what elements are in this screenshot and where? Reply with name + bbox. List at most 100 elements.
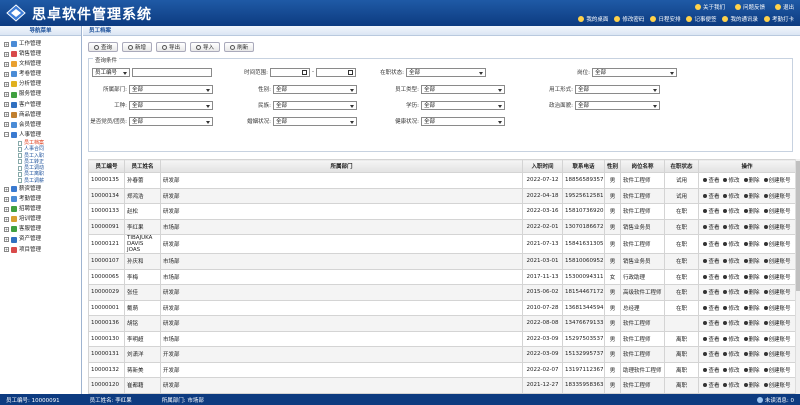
edit-button[interactable]: 修改 bbox=[723, 304, 740, 312]
gender-select[interactable]: 全部 bbox=[273, 84, 357, 94]
delete-button[interactable]: 删除 bbox=[743, 176, 760, 184]
col-header-entry-date[interactable]: 入职时间 bbox=[522, 159, 563, 173]
delete-button[interactable]: 删除 bbox=[743, 319, 760, 327]
create-account-button[interactable]: 创建账号 bbox=[763, 319, 791, 327]
nav-item-work[interactable]: + 工作管理 bbox=[4, 39, 81, 49]
key-field-input[interactable] bbox=[132, 67, 212, 77]
expand-icon[interactable]: + bbox=[4, 41, 9, 47]
nation-select[interactable]: 全部 bbox=[273, 100, 357, 110]
table-row[interactable]: 10000132 蒋新美 开发部 2022-02-07 13197112367 男助理软件… bbox=[88, 361, 795, 378]
view-button[interactable]: 查看 bbox=[703, 288, 719, 296]
dept-select[interactable]: 全部 bbox=[129, 84, 213, 94]
table-row[interactable]: 10000130 李明超 市场部 2022-03-09 15297503537 男软件工程… bbox=[88, 330, 795, 347]
create-account-button[interactable]: 创建账号 bbox=[763, 192, 791, 200]
col-header-emp-no[interactable]: 员工编号 bbox=[88, 159, 125, 173]
position-select[interactable]: 全部 bbox=[592, 67, 677, 77]
expand-icon[interactable]: + bbox=[4, 81, 9, 87]
create-account-button[interactable]: 创建账号 bbox=[763, 257, 791, 265]
delete-button[interactable]: 删除 bbox=[743, 273, 760, 281]
create-account-button[interactable]: 创建账号 bbox=[763, 350, 791, 358]
edit-button[interactable]: 修改 bbox=[723, 366, 740, 374]
view-button[interactable]: 查看 bbox=[703, 176, 719, 184]
table-scrollbar[interactable] bbox=[795, 159, 800, 394]
nav-item-exam[interactable]: + 考卷管理 bbox=[4, 69, 81, 79]
table-row[interactable]: 10000135 孙春蕾 研发部 2022-07-12 18856589357 男软件工程… bbox=[88, 172, 795, 189]
view-button[interactable]: 查看 bbox=[703, 273, 719, 281]
edit-button[interactable]: 修改 bbox=[723, 273, 740, 281]
party-select[interactable]: 全部 bbox=[129, 116, 213, 126]
create-account-button[interactable]: 创建账号 bbox=[763, 288, 791, 296]
nav-item-analysis[interactable]: + 分析管理 bbox=[4, 79, 81, 89]
col-header-dept[interactable]: 所属部门 bbox=[160, 159, 523, 173]
work-form-select[interactable]: 全部 bbox=[575, 84, 660, 94]
delete-button[interactable]: 删除 bbox=[743, 288, 760, 296]
nav-item-assets[interactable]: + 资产管理 bbox=[4, 234, 81, 244]
my-desktop-link[interactable]: 我的桌面 bbox=[578, 15, 608, 23]
search-button[interactable]: 查询 bbox=[88, 42, 119, 52]
create-account-button[interactable]: 创建账号 bbox=[763, 366, 791, 374]
delete-button[interactable]: 删除 bbox=[743, 366, 760, 374]
col-header-emp-name[interactable]: 员工姓名 bbox=[124, 159, 161, 173]
edit-button[interactable]: 修改 bbox=[723, 350, 740, 358]
date-start-input[interactable] bbox=[270, 67, 310, 77]
nav-item-docs[interactable]: + 文档管理 bbox=[4, 59, 81, 69]
table-row[interactable]: 10000136 胡铭 研发部 2022-08-08 13476679133 男软件工程师… bbox=[88, 315, 795, 332]
nav-item-recruit[interactable]: + 招聘管理 bbox=[4, 204, 81, 214]
view-button[interactable]: 查看 bbox=[703, 192, 719, 200]
create-account-button[interactable]: 创建账号 bbox=[763, 176, 791, 184]
schedule-link[interactable]: 日程安排 bbox=[650, 15, 680, 23]
table-row[interactable]: 10000001 戴萌 研发部 2010-07-28 13681344594 男总经理 在职… bbox=[88, 299, 795, 316]
col-header-position[interactable]: 岗位名称 bbox=[620, 159, 665, 173]
expand-icon[interactable]: + bbox=[4, 206, 9, 212]
change-password-link[interactable]: 修改密码 bbox=[614, 15, 644, 23]
expand-icon[interactable]: + bbox=[4, 216, 9, 222]
edit-button[interactable]: 修改 bbox=[723, 176, 740, 184]
collapse-icon[interactable]: − bbox=[4, 132, 9, 138]
view-button[interactable]: 查看 bbox=[703, 257, 719, 265]
view-button[interactable]: 查看 bbox=[703, 350, 719, 358]
expand-icon[interactable]: + bbox=[4, 237, 9, 243]
export-button[interactable]: 导出 bbox=[156, 42, 187, 52]
view-button[interactable]: 查看 bbox=[703, 335, 719, 343]
nav-item-project[interactable]: + 项目管理 bbox=[4, 245, 81, 255]
create-account-button[interactable]: 创建账号 bbox=[763, 335, 791, 343]
table-row[interactable]: 10000131 刘潇洋 开发部 2022-03-09 15132995737 男软件工程… bbox=[88, 346, 795, 363]
feedback-link[interactable]: 问题反馈 bbox=[734, 3, 765, 11]
calendar-icon[interactable] bbox=[302, 70, 307, 75]
create-account-button[interactable]: 创建账号 bbox=[763, 240, 791, 248]
delete-button[interactable]: 删除 bbox=[743, 304, 760, 312]
view-button[interactable]: 查看 bbox=[703, 223, 719, 231]
nav-item-attendance[interactable]: + 考勤管理 bbox=[4, 194, 81, 204]
nav-item-training[interactable]: + 培训管理 bbox=[4, 214, 81, 224]
delete-button[interactable]: 删除 bbox=[743, 257, 760, 265]
expand-icon[interactable]: + bbox=[4, 247, 9, 253]
status-select[interactable]: 全部 bbox=[406, 67, 486, 77]
add-button[interactable]: 新增 bbox=[122, 42, 153, 52]
nav-item-service[interactable]: + 服务管理 bbox=[4, 89, 81, 99]
view-button[interactable]: 查看 bbox=[703, 240, 719, 248]
delete-button[interactable]: 删除 bbox=[743, 192, 760, 200]
expand-icon[interactable]: + bbox=[4, 71, 9, 77]
edit-button[interactable]: 修改 bbox=[723, 381, 740, 389]
table-row[interactable]: 10000133 赵松 研发部 2022-03-16 15810736920 男软件工程师… bbox=[88, 203, 795, 220]
about-link[interactable]: 关于我们 bbox=[694, 3, 725, 11]
expand-icon[interactable]: + bbox=[4, 51, 9, 57]
create-account-button[interactable]: 创建账号 bbox=[763, 273, 791, 281]
calendar-icon[interactable] bbox=[348, 70, 353, 75]
expand-icon[interactable]: + bbox=[4, 226, 9, 232]
edit-button[interactable]: 修改 bbox=[723, 223, 740, 231]
table-row[interactable]: 10000134 郑鸿浩 研发部 2022-04-18 19525612581 男软件工程… bbox=[88, 187, 795, 204]
table-row[interactable]: 10000065 李梅 市场部 2017-11-13 15300094311 女行政助理在… bbox=[88, 268, 795, 285]
expand-icon[interactable]: + bbox=[4, 122, 9, 128]
nav-item-goods[interactable]: + 商品管理 bbox=[4, 110, 81, 120]
delete-button[interactable]: 删除 bbox=[743, 335, 760, 343]
notes-link[interactable]: 记事便签 bbox=[686, 15, 716, 23]
education-select[interactable]: 全部 bbox=[421, 100, 505, 110]
key-field-select[interactable]: 员工编号 bbox=[92, 67, 130, 77]
nav-item-salary[interactable]: + 薪资管理 bbox=[4, 184, 81, 194]
view-button[interactable]: 查看 bbox=[703, 366, 719, 374]
nav-item-customer[interactable]: + 客户管理 bbox=[4, 100, 81, 110]
edit-button[interactable]: 修改 bbox=[723, 335, 740, 343]
edit-button[interactable]: 修改 bbox=[723, 207, 740, 215]
nav-item-cs[interactable]: + 客服管理 bbox=[4, 224, 81, 234]
